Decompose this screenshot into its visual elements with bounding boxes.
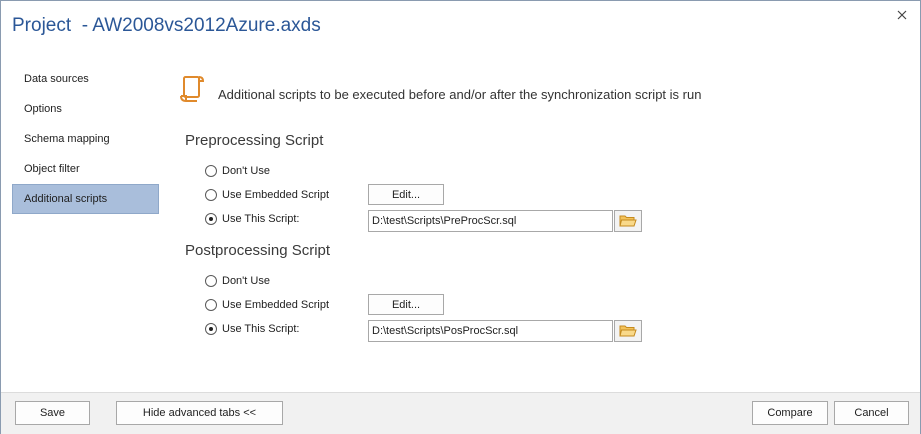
sidebar-item-schema-mapping[interactable]: Schema mapping — [12, 124, 159, 154]
compare-button[interactable]: Compare — [752, 401, 828, 425]
radio-label: Use Embedded Script — [222, 189, 329, 201]
sidebar-item-additional-scripts[interactable]: Additional scripts — [12, 184, 159, 214]
pre-radio-use-this[interactable]: Use This Script: — [205, 211, 299, 227]
post-edit-button[interactable]: Edit... — [368, 294, 444, 315]
close-button[interactable] — [894, 7, 910, 23]
post-script-path-input[interactable] — [368, 320, 613, 342]
pre-radio-embedded[interactable]: Use Embedded Script — [205, 187, 329, 203]
page-description: Additional scripts to be executed before… — [218, 87, 702, 102]
radio-label: Don't Use — [222, 275, 270, 287]
sidebar-item-object-filter[interactable]: Object filter — [12, 154, 159, 184]
radio-label: Use Embedded Script — [222, 299, 329, 311]
cancel-button[interactable]: Cancel — [834, 401, 909, 425]
scroll-icon — [178, 74, 208, 104]
pre-browse-button[interactable] — [614, 210, 642, 232]
window-title: Project - AW2008vs2012Azure.axds — [12, 15, 321, 36]
radio-label: Don't Use — [222, 165, 270, 177]
postprocessing-title: Postprocessing Script — [185, 242, 331, 259]
pre-radio-dont-use[interactable]: Don't Use — [205, 163, 270, 179]
dialog-footer: Save Hide advanced tabs << Compare Cance… — [1, 392, 920, 434]
post-radio-dont-use[interactable]: Don't Use — [205, 273, 270, 289]
radio-button[interactable] — [205, 213, 217, 225]
close-icon — [897, 10, 907, 20]
preprocessing-title: Preprocessing Script — [185, 132, 324, 149]
pre-script-path-input[interactable] — [368, 210, 613, 232]
sidebar-item-options[interactable]: Options — [12, 94, 159, 124]
save-button[interactable]: Save — [15, 401, 90, 425]
hide-advanced-tabs-button[interactable]: Hide advanced tabs << — [116, 401, 283, 425]
radio-label: Use This Script: — [222, 323, 300, 335]
pre-edit-button[interactable]: Edit... — [368, 184, 444, 205]
radio-button[interactable] — [205, 323, 217, 335]
sidebar: Data sources Options Schema mapping Obje… — [12, 64, 159, 214]
post-radio-use-this[interactable]: Use This Script: — [205, 321, 299, 337]
radio-button[interactable] — [205, 299, 217, 311]
radio-button[interactable] — [205, 275, 217, 287]
radio-label: Use This Script: — [222, 213, 300, 225]
sidebar-item-data-sources[interactable]: Data sources — [12, 64, 159, 94]
post-browse-button[interactable] — [614, 320, 642, 342]
radio-button[interactable] — [205, 189, 217, 201]
project-dialog: Project - AW2008vs2012Azure.axds Data so… — [0, 0, 921, 434]
folder-icon — [619, 325, 637, 337]
folder-icon — [619, 215, 637, 227]
radio-button[interactable] — [205, 165, 217, 177]
post-radio-embedded[interactable]: Use Embedded Script — [205, 297, 329, 313]
